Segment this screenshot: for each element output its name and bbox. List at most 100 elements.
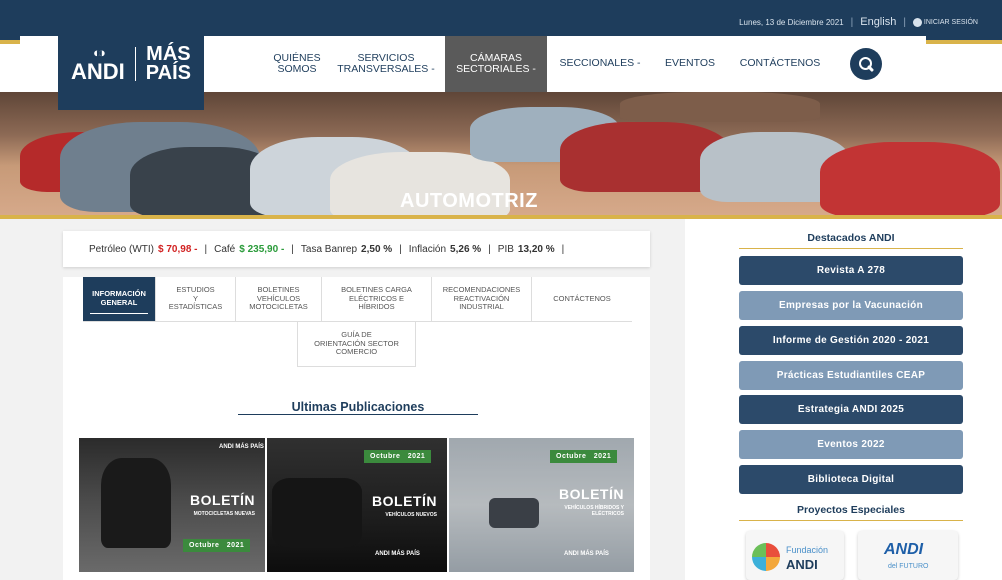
nav-label: TRANSVERSALES - [337,63,435,75]
tab-boletines-carga[interactable]: BOLETINES CARGA ELÉCTRICOS E HÍBRIDOS [322,277,432,322]
projects-heading: Proyectos Especiales [797,504,905,516]
nav-camaras-sectoriales[interactable]: CÁMARAS SECTORIALES - [445,36,547,92]
charger-plug-image [489,498,539,528]
tab-contactenos[interactable]: CONTÁCTENOS [532,277,632,322]
tab-label: HÍBRIDOS [358,302,395,312]
tag-month: Octubre [370,453,401,460]
card-subtitle: VEHÍCULOS NUEVOS [385,512,437,518]
sidebar-button-informe[interactable]: Informe de Gestión 2020 - 2021 [739,326,963,355]
nav-label: SECCIONALES - [559,57,641,70]
card-title: BOLETÍN [372,493,437,509]
tab-label: MOTOCICLETAS [249,302,308,312]
nav-label: SOMOS [277,63,317,75]
tag-year: 2021 [226,542,245,549]
project-label: del FUTURO [888,563,929,570]
ticker-separator: | [399,243,402,255]
tab-label: CONTÁCTENOS [553,293,611,303]
nav-label: SECTORIALES - [456,63,536,75]
sidebar-button-practicas[interactable]: Prácticas Estudiantiles CEAP [739,361,963,390]
tab-underline [90,313,148,314]
oil-value: $ 70,98 - [158,243,198,255]
sidebar-heading: Destacados ANDI [807,232,895,244]
car-image [820,142,1000,215]
sidebar-button-vacunacion[interactable]: Empresas por la Vacunación [739,291,963,320]
date-tag: Octubre 2021 [364,450,432,463]
date-tag: Octubre 2021 [550,450,618,463]
sidebar-button-biblioteca[interactable]: Biblioteca Digital [739,465,963,494]
ticker-separator: | [291,243,294,255]
pib-label: PIB [497,243,514,255]
tab-label: ESTADÍSTICAS [168,302,223,312]
sidebar-divider [739,248,963,249]
car-image [620,92,820,122]
coffee-value: $ 235,90 - [239,243,285,255]
rate-value: 2,50 % [361,243,393,255]
sidebar-button-eventos[interactable]: Eventos 2022 [739,430,963,459]
tab-guia-orientacion[interactable]: GUÍA DE ORIENTACIÓN SECTOR COMERCIO [297,322,416,367]
project-label: ANDI [884,541,924,558]
tab-boletines-vehiculos[interactable]: BOLETINES VEHÍCULOS MOTOCICLETAS [236,277,322,322]
fundacion-logo-icon [752,543,780,571]
andi-text: ANDI [71,58,125,84]
nav-servicios-transversales[interactable]: SERVICIOS TRANSVERSALES - [336,36,436,92]
date-tag: Octubre 2021 [183,539,251,552]
tab-recomendaciones[interactable]: RECOMENDACIONES REACTIVACIÓN INDUSTRIAL [432,277,532,322]
login-label: INICIAR SESIÓN [923,18,978,26]
andi-mas-pais-mini-logo: ANDI MÁS PAÍS [375,551,420,557]
inflation-label: Inflación [408,243,447,255]
oil-label: Petróleo (WTI) [89,243,155,255]
heading-underline [238,414,478,415]
tag-year: 2021 [407,453,426,460]
publication-card[interactable]: Octubre 2021 BOLETÍN VEHÍCULOS NUEVOS AN… [267,438,447,572]
sidebar-button-revista[interactable]: Revista A 278 [739,256,963,285]
card-subtitle: VEHÍCULOS HÍBRIDOS Y ELÉCTRICOS [564,505,624,517]
user-icon [912,17,922,27]
card-title: BOLETÍN [190,492,255,508]
ticker-separator: | [488,243,491,255]
project-label: ANDI [786,557,818,572]
nav-label: EVENTOS [665,57,715,70]
tab-estudios-estadisticas[interactable]: ESTUDIOS Y ESTADÍSTICAS [156,277,236,322]
nav-seccionales[interactable]: SECCIONALES - [555,36,645,92]
tag-year: 2021 [593,453,612,460]
project-andi-del-futuro[interactable]: ANDI del FUTURO [858,531,958,580]
sidebar-button-estrategia[interactable]: Estrategia ANDI 2025 [739,395,963,424]
andi-mas-pais-mini-logo: ANDI MÁS PAÍS [219,444,264,450]
publications-heading: Ultimas Publicaciones [291,400,425,414]
utility-links: Lunes, 13 de Diciembre 2021 | English | … [739,16,978,28]
tab-label: INDUSTRIAL [459,302,504,312]
andi-logo[interactable]: ◐◑ ANDI MÁS PAÍS [58,18,204,110]
sidebar-divider [739,520,963,521]
tag-month: Octubre [189,542,220,549]
search-button[interactable] [850,48,882,80]
login-link[interactable]: INICIAR SESIÓN [912,17,978,27]
car-image [272,478,362,548]
nav-eventos[interactable]: EVENTOS [658,36,722,92]
ticker-separator: | [561,243,565,255]
card-subtitle: MOTOCICLETAS NUEVAS [193,511,255,517]
coffee-label: Café [214,243,236,255]
separator: | [850,16,854,28]
pais-text: PAÍS [145,62,191,84]
card-title: BOLETÍN [559,486,624,502]
language-link[interactable]: English [860,16,896,28]
tag-month: Octubre [556,453,587,460]
tab-label: GENERAL [100,298,138,307]
economic-ticker: Petróleo (WTI) $ 70,98 - | Café $ 235,90… [63,231,650,267]
nav-contactenos[interactable]: CONTÁCTENOS [735,36,825,92]
motorcycle-image [101,458,171,548]
publication-card[interactable]: ANDI MÁS PAÍS BOLETÍN MOTOCICLETAS NUEVA… [79,438,265,572]
project-fundacion-andi[interactable]: Fundación ANDI [746,531,844,580]
project-label: Fundación [786,545,829,555]
logo-divider [134,47,136,81]
andi-wordmark: ◐◑ ANDI [71,46,125,83]
tab-label: COMERCIO [335,347,378,357]
pib-value: 13,20 % [517,243,555,255]
current-date: Lunes, 13 de Diciembre 2021 [739,17,844,27]
rate-label: Tasa Banrep [300,243,358,255]
separator: | [903,16,906,28]
nav-label: CONTÁCTENOS [739,57,821,70]
nav-quienes-somos[interactable]: QUIÉNES SOMOS [262,36,332,92]
tab-informacion-general[interactable]: INFORMACIÓN GENERAL [83,277,156,322]
publication-card[interactable]: Octubre 2021 BOLETÍN VEHÍCULOS HÍBRIDOS … [449,438,634,572]
